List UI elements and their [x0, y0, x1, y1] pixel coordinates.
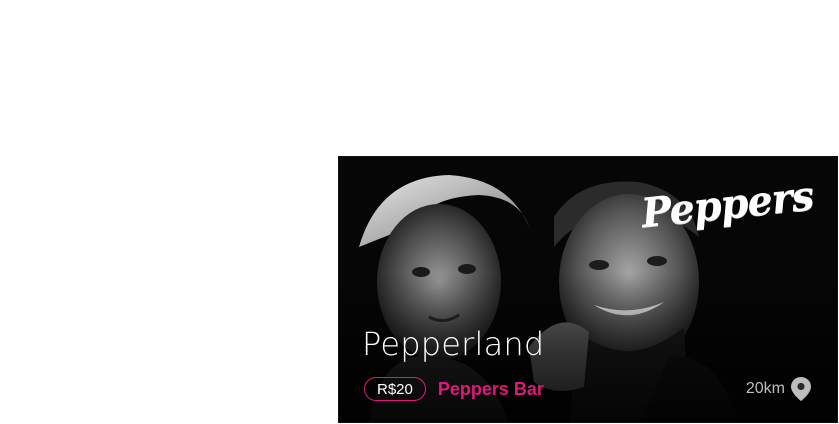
distance-text: 20km	[745, 380, 785, 397]
event-title: Pepperland	[362, 325, 545, 363]
map-pin-icon	[791, 377, 811, 401]
distance-info: 20km	[746, 377, 811, 401]
venue-name[interactable]: Peppers Bar	[438, 379, 544, 400]
event-meta-row: R$20 Peppers Bar 20km	[364, 375, 811, 403]
event-card[interactable]: Peppers Pepperland R$20 Peppers Bar 20km	[338, 156, 838, 423]
price-badge: R$20	[364, 377, 426, 401]
